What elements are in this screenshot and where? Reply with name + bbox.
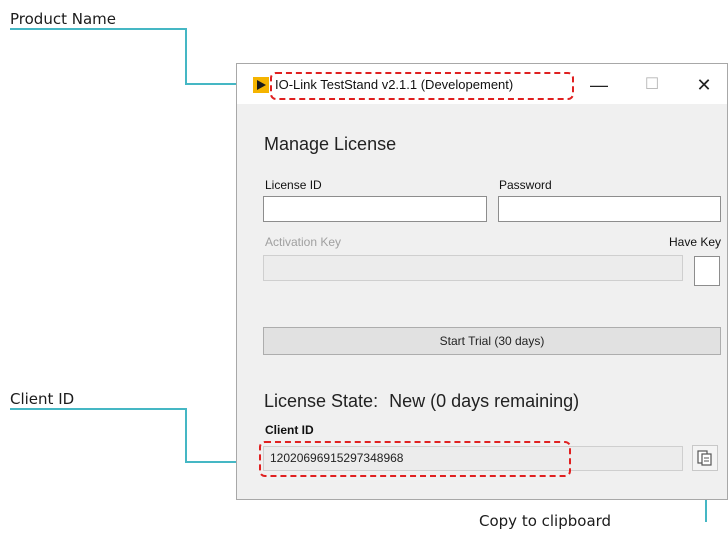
activation-key-input[interactable]: [264, 256, 682, 280]
have-key-label: Have Key: [669, 235, 722, 249]
license-id-field[interactable]: [263, 196, 487, 222]
start-trial-button[interactable]: Start Trial (30 days): [263, 327, 721, 355]
product-name-callout: Product Name: [10, 10, 116, 28]
license-state-label: License State:: [264, 391, 379, 411]
product-name-highlight: [270, 72, 574, 100]
product-name-callout-line-h1: [10, 28, 186, 30]
client-id-highlight: [259, 441, 571, 477]
license-id-label: License ID: [265, 178, 322, 192]
copy-to-clipboard-button[interactable]: [692, 445, 718, 471]
copy-icon: [697, 450, 712, 466]
product-name-callout-line-v: [185, 28, 187, 84]
minimize-button[interactable]: —: [579, 70, 619, 100]
client-id-callout-line-h1: [10, 408, 186, 410]
title-bar: IO-Link TestStand v2.1.1 (Developement) …: [237, 64, 727, 104]
copy-to-clipboard-callout: Copy to clipboard: [479, 512, 612, 530]
have-key-checkbox[interactable]: [694, 256, 720, 286]
password-field[interactable]: [498, 196, 721, 222]
password-input[interactable]: [499, 197, 720, 221]
section-title: Manage License: [264, 134, 397, 154]
password-label: Password: [499, 178, 552, 192]
client-id-callout-line-v: [185, 408, 187, 462]
license-id-input[interactable]: [264, 197, 486, 221]
client-id-callout: Client ID: [10, 390, 75, 408]
license-window: IO-Link TestStand v2.1.1 (Developement) …: [236, 63, 728, 500]
client-id-label: Client ID: [265, 423, 314, 437]
maximize-button[interactable]: ☐: [632, 70, 672, 100]
license-state: License State: New (0 days remaining): [264, 391, 579, 412]
license-state-value: New (0 days remaining): [389, 391, 580, 411]
activation-key-label: Activation Key: [265, 235, 342, 249]
labview-arrow-icon: [253, 77, 269, 93]
close-button[interactable]: ✕: [684, 70, 724, 100]
activation-key-field[interactable]: [263, 255, 683, 281]
